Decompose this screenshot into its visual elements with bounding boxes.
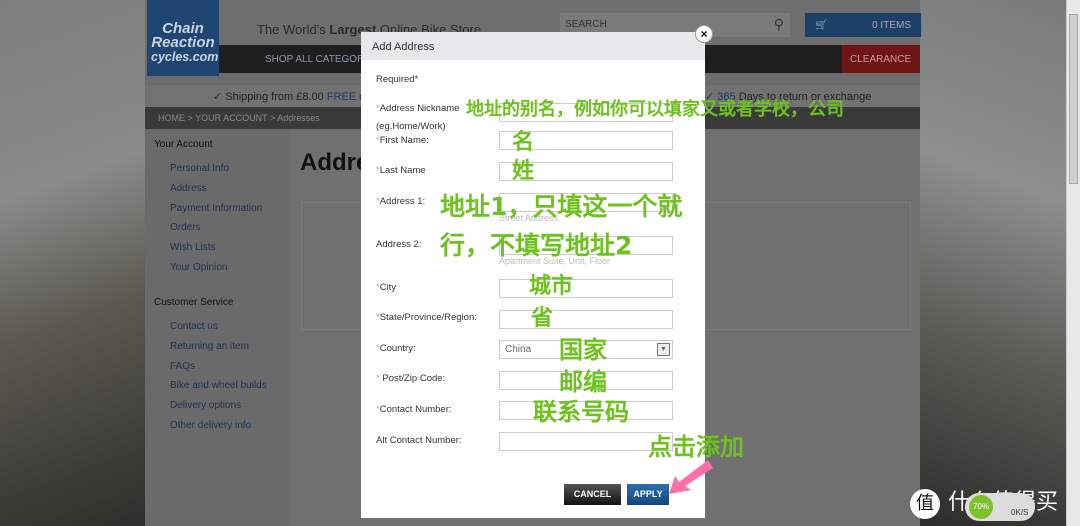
address2-label: Address 2:: [376, 239, 422, 250]
scrollbar-thumb[interactable]: [1069, 14, 1078, 184]
background-photo-right: [920, 0, 1066, 526]
sidebar-item-returning[interactable]: Returning an item: [170, 341, 249, 352]
sidebar-item-payment[interactable]: Payment Information: [170, 203, 262, 214]
sidebar-item-delivery-options[interactable]: Delivery options: [170, 400, 241, 411]
sidebar-item-bike-builds[interactable]: Bike and wheel builds: [170, 380, 267, 391]
annotation-city: 城市: [529, 274, 574, 299]
annotation-addr1b: 行，不填写地址2: [440, 231, 633, 260]
annotation-addr1: 地址1，只填这一个就: [440, 192, 683, 221]
alt-contact-input[interactable]: [499, 432, 673, 451]
annotation-country: 国家: [559, 336, 607, 364]
state-input[interactable]: [499, 310, 673, 329]
city-input[interactable]: [499, 279, 673, 298]
watermark-logo-icon: 值: [910, 489, 940, 519]
sidebar-heading-service: Customer Service: [154, 297, 234, 308]
sidebar-item-your-opinion[interactable]: Your Opinion: [170, 262, 227, 273]
nickname-hint: (eg.Home/Work): [376, 121, 446, 132]
close-icon[interactable]: ×: [695, 25, 713, 43]
sidebar-item-personal-info[interactable]: Personal Info: [170, 163, 229, 174]
apply-button[interactable]: APPLY: [627, 484, 669, 505]
modal-title: Add Address: [361, 32, 705, 60]
sidebar-heading-account: Your Account: [154, 139, 213, 150]
cart-icon: 🛒: [815, 20, 828, 31]
chevron-down-icon[interactable]: ▼: [657, 343, 670, 356]
sidebar-item-contact[interactable]: Contact us: [170, 321, 218, 332]
speed-rate: 0K/S: [1011, 508, 1029, 517]
annotation-contact: 联系号码: [533, 398, 629, 426]
last-name-label: *Last Name: [376, 165, 426, 176]
sidebar-item-faqs[interactable]: FAQs: [170, 361, 195, 372]
scrollbar[interactable]: [1066, 0, 1080, 526]
annotation-nickname: 地址的别名，例如你可以填家又或者学校，公司: [466, 99, 844, 120]
contact-label: *Contact Number:: [376, 404, 452, 415]
annotation-state: 省: [531, 306, 554, 331]
postcode-label: * Post/Zip Code:: [376, 373, 446, 384]
logo[interactable]: Chain Reaction cycles.com: [147, 0, 219, 76]
speed-widget: 70% 0K/S: [965, 493, 1035, 521]
sidebar-item-wish-lists[interactable]: Wish Lists: [170, 242, 216, 253]
sidebar-item-orders[interactable]: Orders: [170, 222, 201, 233]
sidebar-item-other-delivery[interactable]: Other delivery info: [170, 420, 251, 431]
country-label: *Country:: [376, 343, 416, 354]
background-photo-left: [0, 0, 145, 526]
state-label: *State/Province/Region:: [376, 312, 477, 323]
nav-clearance[interactable]: CLEARANCE: [842, 45, 920, 73]
arrow-icon: [669, 460, 713, 494]
required-note: Required*: [376, 74, 419, 85]
cancel-button[interactable]: CANCEL: [564, 484, 621, 505]
annotation-last: 姓: [512, 159, 535, 184]
alt-contact-label: Alt Contact Number:: [376, 435, 462, 446]
sidebar-item-address[interactable]: Address: [170, 183, 207, 194]
sidebar: Your Account Personal Info Address Payme…: [145, 129, 290, 526]
speed-percent: 70%: [969, 495, 993, 519]
search-icon[interactable]: ⚲: [774, 16, 784, 33]
cart-button[interactable]: 🛒 0 ITEMS: [805, 13, 921, 37]
address1-label: *Address 1:: [376, 196, 426, 207]
first-name-label: *First Name:: [376, 135, 429, 146]
nickname-label: *Address Nickname: [376, 103, 460, 114]
city-label: *City: [376, 282, 397, 293]
annotation-first: 名: [512, 130, 535, 155]
